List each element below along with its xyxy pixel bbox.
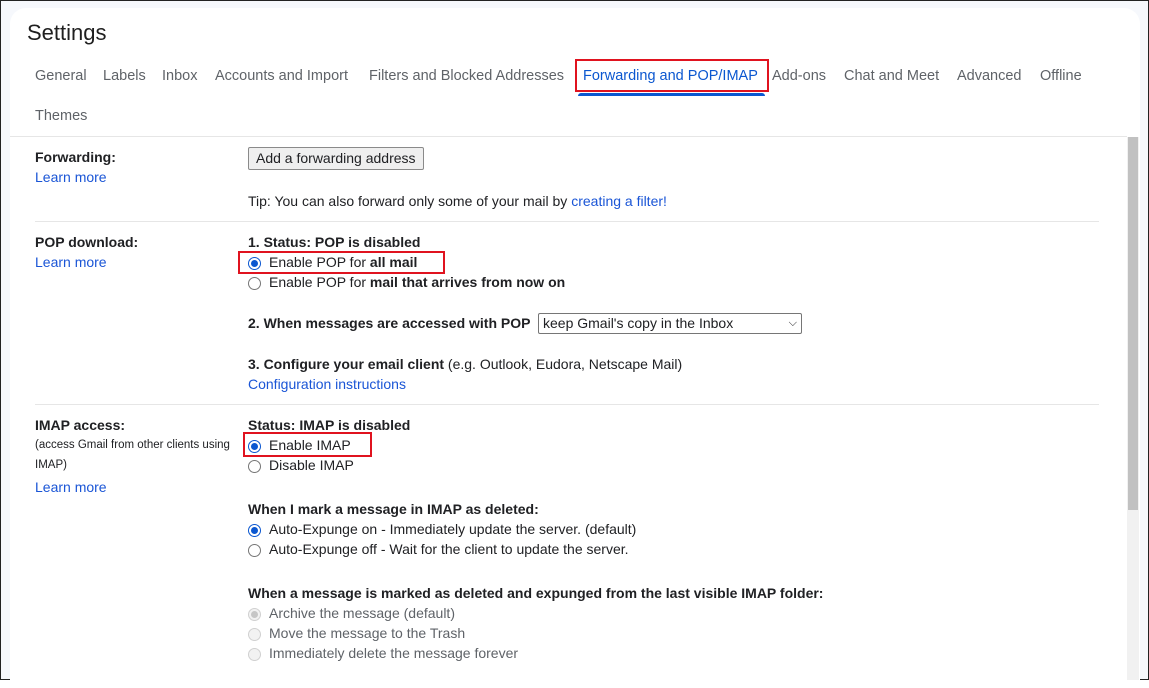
scrollbar-thumb[interactable]: [1128, 137, 1138, 510]
tab-add-ons[interactable]: Add-ons: [772, 68, 826, 84]
imap-learn-more-link[interactable]: Learn more: [35, 479, 107, 495]
configuration-instructions-link[interactable]: Configuration instructions: [248, 376, 406, 392]
pop-access-label: 2. When messages are accessed with POP: [248, 315, 531, 331]
active-tab-indicator: [578, 93, 765, 96]
forwarding-tip: Tip: You can also forward only some of y…: [248, 193, 667, 209]
pop-status: 1. Status: POP is disabled: [248, 234, 421, 250]
tip-text: Tip: You can also forward only some of y…: [248, 193, 572, 209]
expunge-off-radio[interactable]: [248, 544, 261, 557]
archive-label: Archive the message (default): [269, 605, 455, 621]
delete-forever-label: Immediately delete the message forever: [269, 645, 519, 661]
pop-access-select[interactable]: keep Gmail's copy in the Inbox ⌵: [538, 313, 802, 334]
deleted-heading: When I mark a message in IMAP as deleted…: [248, 501, 539, 517]
archive-radio[interactable]: [248, 608, 261, 621]
add-forwarding-address-button[interactable]: Add a forwarding address: [248, 147, 424, 170]
expunge-off-label: Auto-Expunge off - Wait for the client t…: [269, 541, 629, 557]
expunge-on-label: Auto-Expunge on - Immediately update the…: [269, 521, 637, 537]
tab-inbox[interactable]: Inbox: [162, 68, 197, 84]
tab-accounts-and-import[interactable]: Accounts and Import: [215, 68, 348, 84]
page-title: Settings: [27, 20, 107, 45]
pop-label: POP download:: [35, 234, 139, 250]
tab-offline[interactable]: Offline: [1040, 68, 1082, 84]
expunged-heading: When a message is marked as deleted and …: [248, 585, 824, 601]
disable-imap-label: Disable IMAP: [269, 457, 354, 473]
imap-status: Status: IMAP is disabled: [248, 417, 411, 433]
pop-from-now-label: Enable POP for mail that arrives from no…: [269, 274, 566, 290]
tab-general[interactable]: General: [35, 68, 87, 84]
tab-labels[interactable]: Labels: [103, 68, 146, 84]
imap-description-2: IMAP): [35, 459, 67, 471]
highlight-box-pop: [238, 251, 445, 274]
pop-learn-more-link[interactable]: Learn more: [35, 254, 107, 270]
chevron-down-icon: ⌵: [788, 317, 797, 329]
pop-config-text: 3. Configure your email client (e.g. Out…: [248, 356, 683, 372]
tab-advanced[interactable]: Advanced: [957, 68, 1022, 84]
divider: [10, 136, 1127, 137]
forwarding-learn-more-link[interactable]: Learn more: [35, 169, 107, 185]
expunge-on-radio[interactable]: [248, 524, 261, 537]
disable-imap-radio[interactable]: [248, 460, 261, 473]
tab-filters[interactable]: Filters and Blocked Addresses: [369, 68, 564, 84]
divider: [35, 404, 1099, 405]
pop-from-now-radio[interactable]: [248, 277, 261, 290]
trash-radio[interactable]: [248, 628, 261, 641]
highlight-box-tab: [575, 59, 769, 92]
forwarding-label: Forwarding:: [35, 149, 116, 165]
highlight-box-imap: [243, 432, 372, 457]
imap-label: IMAP access:: [35, 417, 126, 433]
divider: [35, 221, 1099, 222]
trash-label: Move the message to the Trash: [269, 625, 466, 641]
delete-forever-radio[interactable]: [248, 648, 261, 661]
creating-filter-link[interactable]: creating a filter!: [571, 193, 667, 209]
tab-chat-and-meet[interactable]: Chat and Meet: [844, 68, 939, 84]
tab-themes[interactable]: Themes: [35, 108, 87, 124]
imap-description: (access Gmail from other clients using: [35, 439, 230, 451]
